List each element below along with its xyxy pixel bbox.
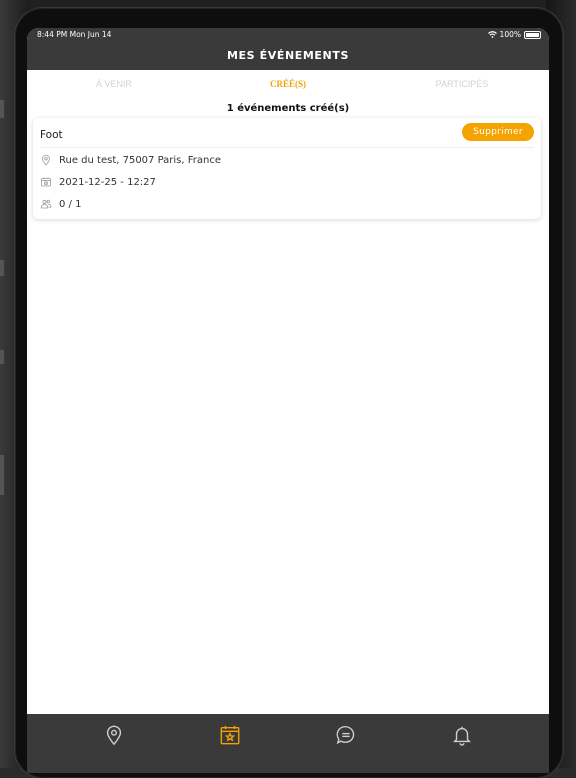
- event-address: Rue du test, 75007 Paris, France: [59, 154, 222, 166]
- tab-upcoming[interactable]: À VENIR: [27, 70, 201, 96]
- tab-bar: À VENIR CRÉÉ(S) PARTICIPÉS: [27, 70, 549, 96]
- page-title: MES ÉVÉNEMENTS: [227, 49, 349, 62]
- tab-created[interactable]: CRÉÉ(S): [201, 70, 375, 96]
- event-participants-row: 0 / 1: [40, 198, 81, 210]
- location-pin-icon: [106, 725, 122, 746]
- nav-events-button[interactable]: [218, 723, 242, 747]
- event-name: Foot: [40, 129, 63, 141]
- background-tick: [0, 100, 4, 118]
- nav-notifications-button[interactable]: [450, 723, 474, 747]
- bell-icon: [453, 726, 471, 746]
- users-icon: [40, 198, 52, 210]
- nav-chat-button[interactable]: [334, 723, 358, 747]
- event-datetime-row: 2021-12-25 - 12:27: [40, 176, 156, 188]
- location-pin-icon: [40, 154, 52, 166]
- app-screen: 8:44 PM Mon Jun 14 100% MES ÉVÉNEMENTS À…: [27, 28, 549, 773]
- background-tick: [0, 350, 4, 364]
- card-divider: [40, 147, 534, 148]
- chat-bubble-icon: [336, 726, 355, 745]
- wifi-icon: [487, 31, 497, 38]
- status-indicators: 100%: [487, 30, 541, 39]
- event-address-row: Rue du test, 75007 Paris, France: [40, 154, 221, 166]
- background-tick: [0, 455, 4, 495]
- event-participants: 0 / 1: [59, 198, 82, 210]
- calendar-clock-icon: [40, 176, 52, 188]
- header-bar: 8:44 PM Mon Jun 14 100% MES ÉVÉNEMENTS: [27, 28, 549, 70]
- battery-percent: 100%: [499, 30, 521, 39]
- bottom-nav: [27, 714, 549, 773]
- delete-button[interactable]: Supprimer: [462, 123, 534, 141]
- event-datetime: 2021-12-25 - 12:27: [59, 176, 156, 188]
- nav-map-button[interactable]: [102, 723, 126, 747]
- event-card[interactable]: Foot Supprimer Rue du test, 75007 Paris,…: [33, 118, 541, 219]
- tab-participated[interactable]: PARTICIPÉS: [375, 70, 549, 96]
- battery-icon: [524, 30, 541, 39]
- status-time: 8:44 PM Mon Jun 14: [37, 30, 112, 39]
- background-tick: [0, 260, 4, 276]
- event-count: 1 événements créé(s): [226, 103, 350, 114]
- calendar-star-icon: [220, 725, 240, 745]
